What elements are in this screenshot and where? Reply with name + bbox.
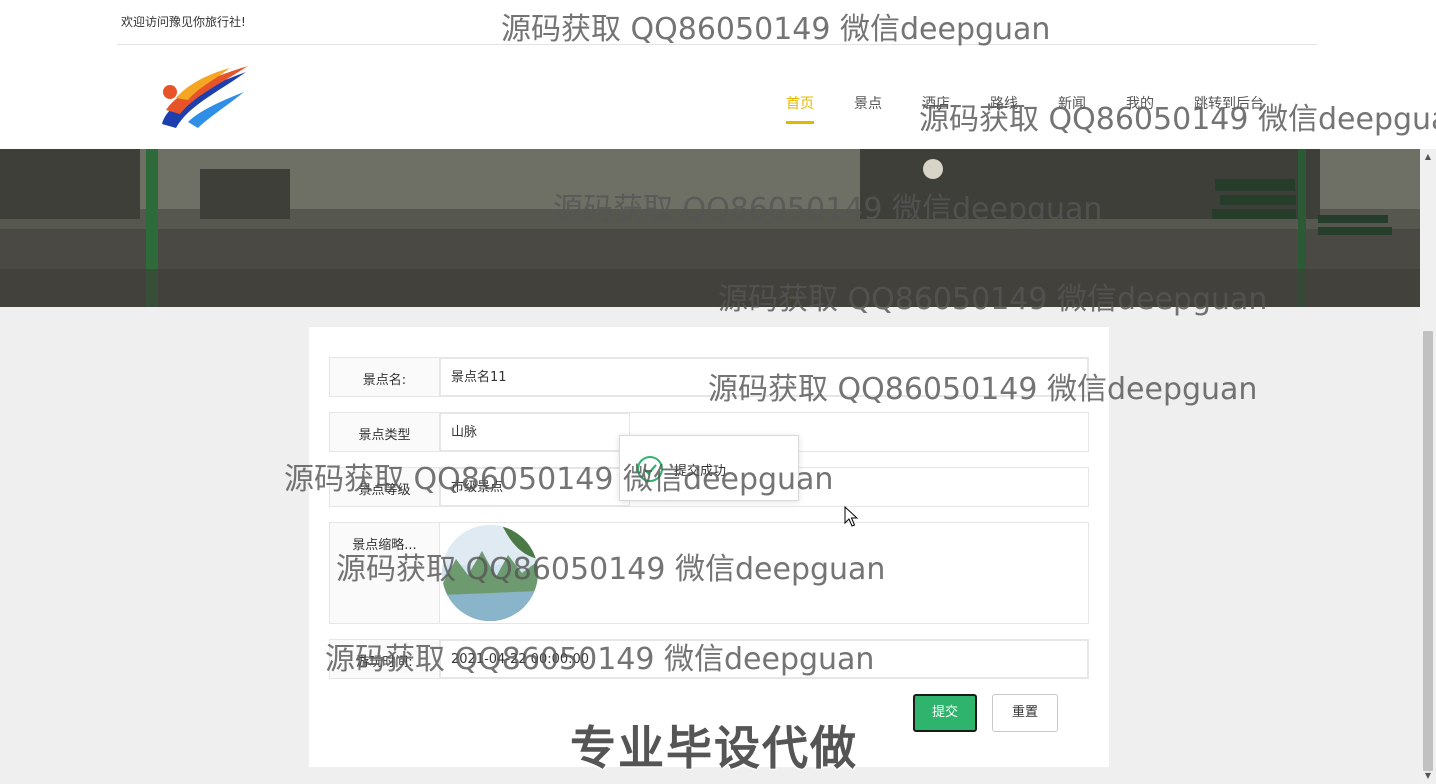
- attraction-form: 景点名: 景点名11 景点类型 山脉 景点等级 市级景点 景点缩略... 游玩时…: [309, 327, 1109, 767]
- page-scrollbar[interactable]: ▲ ▼: [1420, 149, 1436, 784]
- success-toast: 提交成功: [619, 435, 799, 501]
- nav-mine[interactable]: 我的: [1126, 88, 1154, 124]
- level-select[interactable]: 市级景点: [440, 468, 630, 506]
- nav-attractions[interactable]: 景点: [854, 88, 882, 124]
- nav-admin[interactable]: 跳转到后台: [1194, 88, 1264, 124]
- form-row-name: 景点名: 景点名11: [329, 357, 1089, 397]
- welcome-text: 欢迎访问豫见你旅行社!: [121, 15, 246, 29]
- scroll-thumb[interactable]: [1423, 331, 1433, 771]
- scroll-down-arrow-icon[interactable]: ▼: [1420, 768, 1436, 784]
- submit-button[interactable]: 提交: [913, 694, 977, 732]
- success-check-icon: [637, 456, 663, 482]
- time-input[interactable]: 2021-04-22 00:00:00: [440, 640, 1088, 678]
- toast-message: 提交成功: [674, 464, 727, 479]
- thumbnail-label: 景点缩略...: [330, 523, 440, 623]
- scroll-up-arrow-icon[interactable]: ▲: [1420, 149, 1436, 165]
- top-bar: 欢迎访问豫见你旅行社!: [117, 0, 1317, 45]
- reset-button[interactable]: 重置: [992, 694, 1058, 732]
- nav-home[interactable]: 首页: [786, 88, 814, 124]
- form-row-time: 游玩时间: 2021-04-22 00:00:00: [329, 639, 1089, 679]
- slogan-watermark: 专业毕设代做: [570, 721, 858, 775]
- type-select[interactable]: 山脉: [440, 413, 630, 451]
- nav-news[interactable]: 新闻: [1058, 88, 1086, 124]
- site-logo[interactable]: [158, 62, 250, 132]
- level-label: 景点等级: [330, 468, 440, 506]
- type-label: 景点类型: [330, 413, 440, 451]
- site-header: 欢迎访问豫见你旅行社! 首页 景点 酒店 路线 新闻 我的 跳转到后台: [0, 0, 1436, 149]
- main-nav: 首页 景点 酒店 路线 新闻 我的 跳转到后台: [786, 88, 1304, 124]
- nav-hotels[interactable]: 酒店: [922, 88, 950, 124]
- thumbnail-image[interactable]: [442, 525, 538, 621]
- city-skyline-illustration: [0, 149, 1420, 307]
- mouse-cursor-icon: [844, 506, 858, 527]
- banner-image: [0, 149, 1420, 307]
- time-label: 游玩时间:: [330, 640, 440, 678]
- form-row-thumbnail: 景点缩略...: [329, 522, 1089, 624]
- name-input[interactable]: 景点名11: [440, 358, 1088, 396]
- nav-routes[interactable]: 路线: [990, 88, 1018, 124]
- name-label: 景点名:: [330, 358, 440, 396]
